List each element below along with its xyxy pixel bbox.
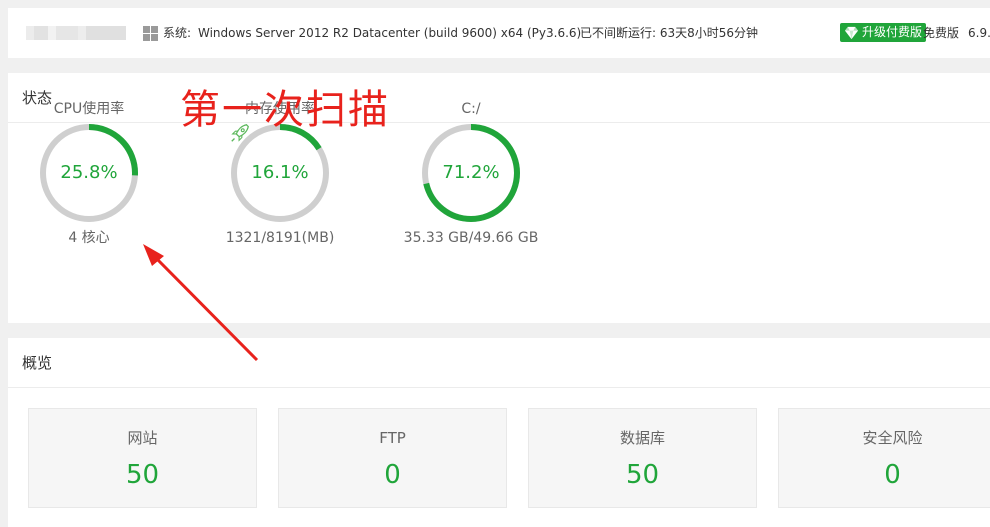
annotation-text: 第一次扫描 (180, 87, 390, 133)
card-label: 网站 (127, 429, 158, 447)
disk-gauge-sub: 35.33 GB/49.66 GB (403, 230, 539, 246)
edition-text: 免费版 (923, 26, 960, 40)
os-label: 系统: (163, 26, 192, 40)
overview-panel: 概览 网站 50 FTP 0 数据库 50 安全风险 0 (8, 338, 990, 527)
card-label: FTP (379, 429, 406, 447)
card-value[interactable]: 50 (529, 459, 756, 491)
memory-gauge-value: 16.1% (251, 162, 309, 183)
diamond-icon (844, 26, 859, 40)
top-bar: 系统: Windows Server 2012 R2 Datacenter (b… (8, 8, 990, 58)
disk-gauge-label: C:/ (461, 101, 481, 117)
version-text: 6.9.0 (968, 26, 990, 40)
overview-card-ftp[interactable]: FTP 0 (278, 408, 507, 508)
windows-icon (143, 26, 158, 41)
card-value[interactable]: 0 (279, 459, 506, 491)
disk-gauge-value: 71.2% (442, 162, 500, 183)
overview-title: 概览 (22, 354, 53, 372)
upgrade-label: 升级付费版 (862, 25, 923, 39)
card-label: 安全风险 (862, 429, 923, 447)
cpu-gauge-value: 25.8% (60, 162, 118, 183)
uptime-text: 已不间断运行: 63天8小时56分钟 (580, 26, 759, 40)
overview-card-websites[interactable]: 网站 50 (28, 408, 257, 508)
card-value[interactable]: 50 (29, 459, 256, 491)
status-panel: 状态 CPU使用率 25.8% 4 核心 内存使用率 16.1% 1321/81… (8, 73, 990, 323)
overview-card-databases[interactable]: 数据库 50 (528, 408, 757, 508)
upgrade-button[interactable]: 升级付费版 (840, 23, 927, 42)
server-name-blurred (26, 26, 126, 40)
card-label: 数据库 (619, 429, 665, 447)
os-value: Windows Server 2012 R2 Datacenter (build… (198, 26, 582, 40)
cpu-gauge-label: CPU使用率 (53, 101, 125, 117)
card-value[interactable]: 0 (779, 459, 990, 491)
overview-card-security[interactable]: 安全风险 0 (778, 408, 990, 508)
memory-gauge-sub: 1321/8191(MB) (225, 230, 335, 246)
overview-panel-header: 概览 (8, 338, 990, 388)
cpu-gauge-sub: 4 核心 (68, 230, 110, 246)
